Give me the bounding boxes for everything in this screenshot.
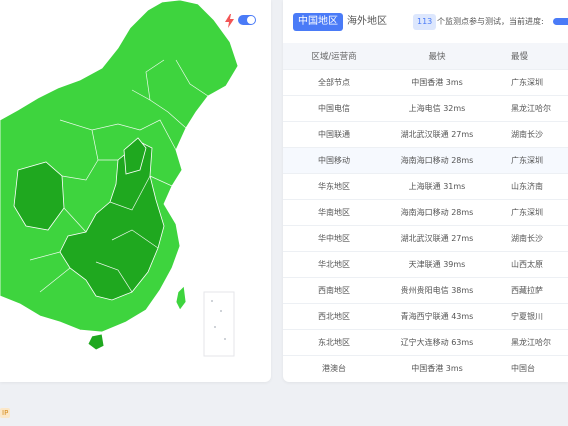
table-row[interactable]: 华中地区 湖北武汉联通 27ms 湖南长沙 xyxy=(283,225,568,251)
table-row[interactable]: 华东地区 上海联通 31ms 山东济南 xyxy=(283,173,568,199)
fastest-cell: 贵州贵阳电信 38ms xyxy=(400,286,474,295)
slowest-cell: 广东深圳 xyxy=(511,78,543,87)
region-cell: 华中地区 xyxy=(318,234,350,243)
progress-label: 个监测点参与测试，当前进度: xyxy=(437,17,544,26)
table-row[interactable]: 中国联通 湖北武汉联通 27ms 湖南长沙 xyxy=(283,121,568,147)
toggle-knob xyxy=(247,16,255,24)
fastest-cell: 青海西宁联通 43ms xyxy=(400,312,474,321)
fastest-cell: 上海电信 32ms xyxy=(408,104,466,113)
fastest-cell: 中国香港 3ms xyxy=(411,78,463,87)
fastest-cell: 海南海口移动 28ms xyxy=(400,156,474,165)
fastest-cell: 湖北武汉联通 27ms xyxy=(400,234,474,243)
column-header-slowest: 最慢 xyxy=(511,52,529,62)
slowest-cell: 山东济南 xyxy=(511,182,543,191)
south-sea-inset xyxy=(203,291,235,357)
slowest-cell: 山西太原 xyxy=(511,260,543,269)
table-row[interactable]: 中国移动 海南海口移动 28ms 广东深圳 xyxy=(283,147,568,173)
slowest-cell: 广东深圳 xyxy=(511,208,543,217)
map-region-taiwan xyxy=(175,285,187,311)
region-cell: 西南地区 xyxy=(318,286,350,295)
slowest-cell: 西藏拉萨 xyxy=(511,286,543,295)
map-region-hainan xyxy=(87,333,105,351)
slowest-cell: 中国台 xyxy=(511,364,535,373)
region-cell: 全部节点 xyxy=(318,78,350,87)
table-row[interactable]: 港澳台 中国香港 3ms 中国台 xyxy=(283,355,568,381)
slowest-cell: 黑龙江哈尔 xyxy=(511,338,551,347)
map-toggle-switch[interactable] xyxy=(238,15,256,25)
results-toolbar: 中国地区 海外地区 113 个监测点参与测试，当前进度: xyxy=(283,0,568,44)
lightning-icon xyxy=(225,14,234,28)
region-cell: 华北地区 xyxy=(318,260,350,269)
fastest-cell: 辽宁大连移动 63ms xyxy=(400,338,474,347)
table-row[interactable]: 东北地区 辽宁大连移动 63ms 黑龙江哈尔 xyxy=(283,329,568,355)
slowest-cell: 黑龙江哈尔 xyxy=(511,104,551,113)
table-row[interactable]: 西北地区 青海西宁联通 43ms 宁夏银川 xyxy=(283,303,568,329)
node-count-badge: 113 xyxy=(413,14,437,30)
column-header-region: 区域/运营商 xyxy=(311,52,357,62)
table-header: 区域/运营商 最快 最慢 xyxy=(283,43,568,69)
results-panel: 中国地区 海外地区 113 个监测点参与测试，当前进度: 区域/运营商 最快 最… xyxy=(283,0,568,382)
fastest-cell: 湖北武汉联通 27ms xyxy=(400,130,474,139)
slowest-cell: 广东深圳 xyxy=(511,156,543,165)
ip-badge: IP xyxy=(0,408,11,418)
region-cell: 中国移动 xyxy=(318,156,350,165)
column-header-fastest: 最快 xyxy=(428,52,446,62)
region-cell: 华东地区 xyxy=(318,182,350,191)
table-row[interactable]: 华北地区 天津联通 39ms 山西太原 xyxy=(283,251,568,277)
table-row[interactable]: 全部节点 中国香港 3ms 广东深圳 xyxy=(283,69,568,95)
region-cell: 西北地区 xyxy=(318,312,350,321)
tab-china[interactable]: 中国地区 xyxy=(293,13,343,31)
region-cell: 华南地区 xyxy=(318,208,350,217)
region-cell: 东北地区 xyxy=(318,338,350,347)
region-cell: 中国电信 xyxy=(318,104,350,113)
region-cell: 中国联通 xyxy=(318,130,350,139)
progress-bar xyxy=(553,18,568,25)
slowest-cell: 湖南长沙 xyxy=(511,130,543,139)
table-row[interactable]: 西南地区 贵州贵阳电信 38ms 西藏拉萨 xyxy=(283,277,568,303)
table-row[interactable]: 中国电信 上海电信 32ms 黑龙江哈尔 xyxy=(283,95,568,121)
map-panel xyxy=(0,0,271,382)
fastest-cell: 上海联通 31ms xyxy=(408,182,466,191)
fastest-cell: 天津联通 39ms xyxy=(408,260,466,269)
slowest-cell: 湖南长沙 xyxy=(511,234,543,243)
region-cell: 港澳台 xyxy=(322,364,346,373)
fastest-cell: 海南海口移动 28ms xyxy=(400,208,474,217)
fastest-cell: 中国香港 3ms xyxy=(411,364,463,373)
tab-overseas[interactable]: 海外地区 xyxy=(347,13,387,31)
china-map[interactable] xyxy=(0,0,271,382)
slowest-cell: 宁夏银川 xyxy=(511,312,543,321)
table-row[interactable]: 华南地区 海南海口移动 28ms 广东深圳 xyxy=(283,199,568,225)
results-table: 区域/运营商 最快 最慢 全部节点 中国香港 3ms 广东深圳 中国电信 上海电信 32… xyxy=(283,43,568,381)
